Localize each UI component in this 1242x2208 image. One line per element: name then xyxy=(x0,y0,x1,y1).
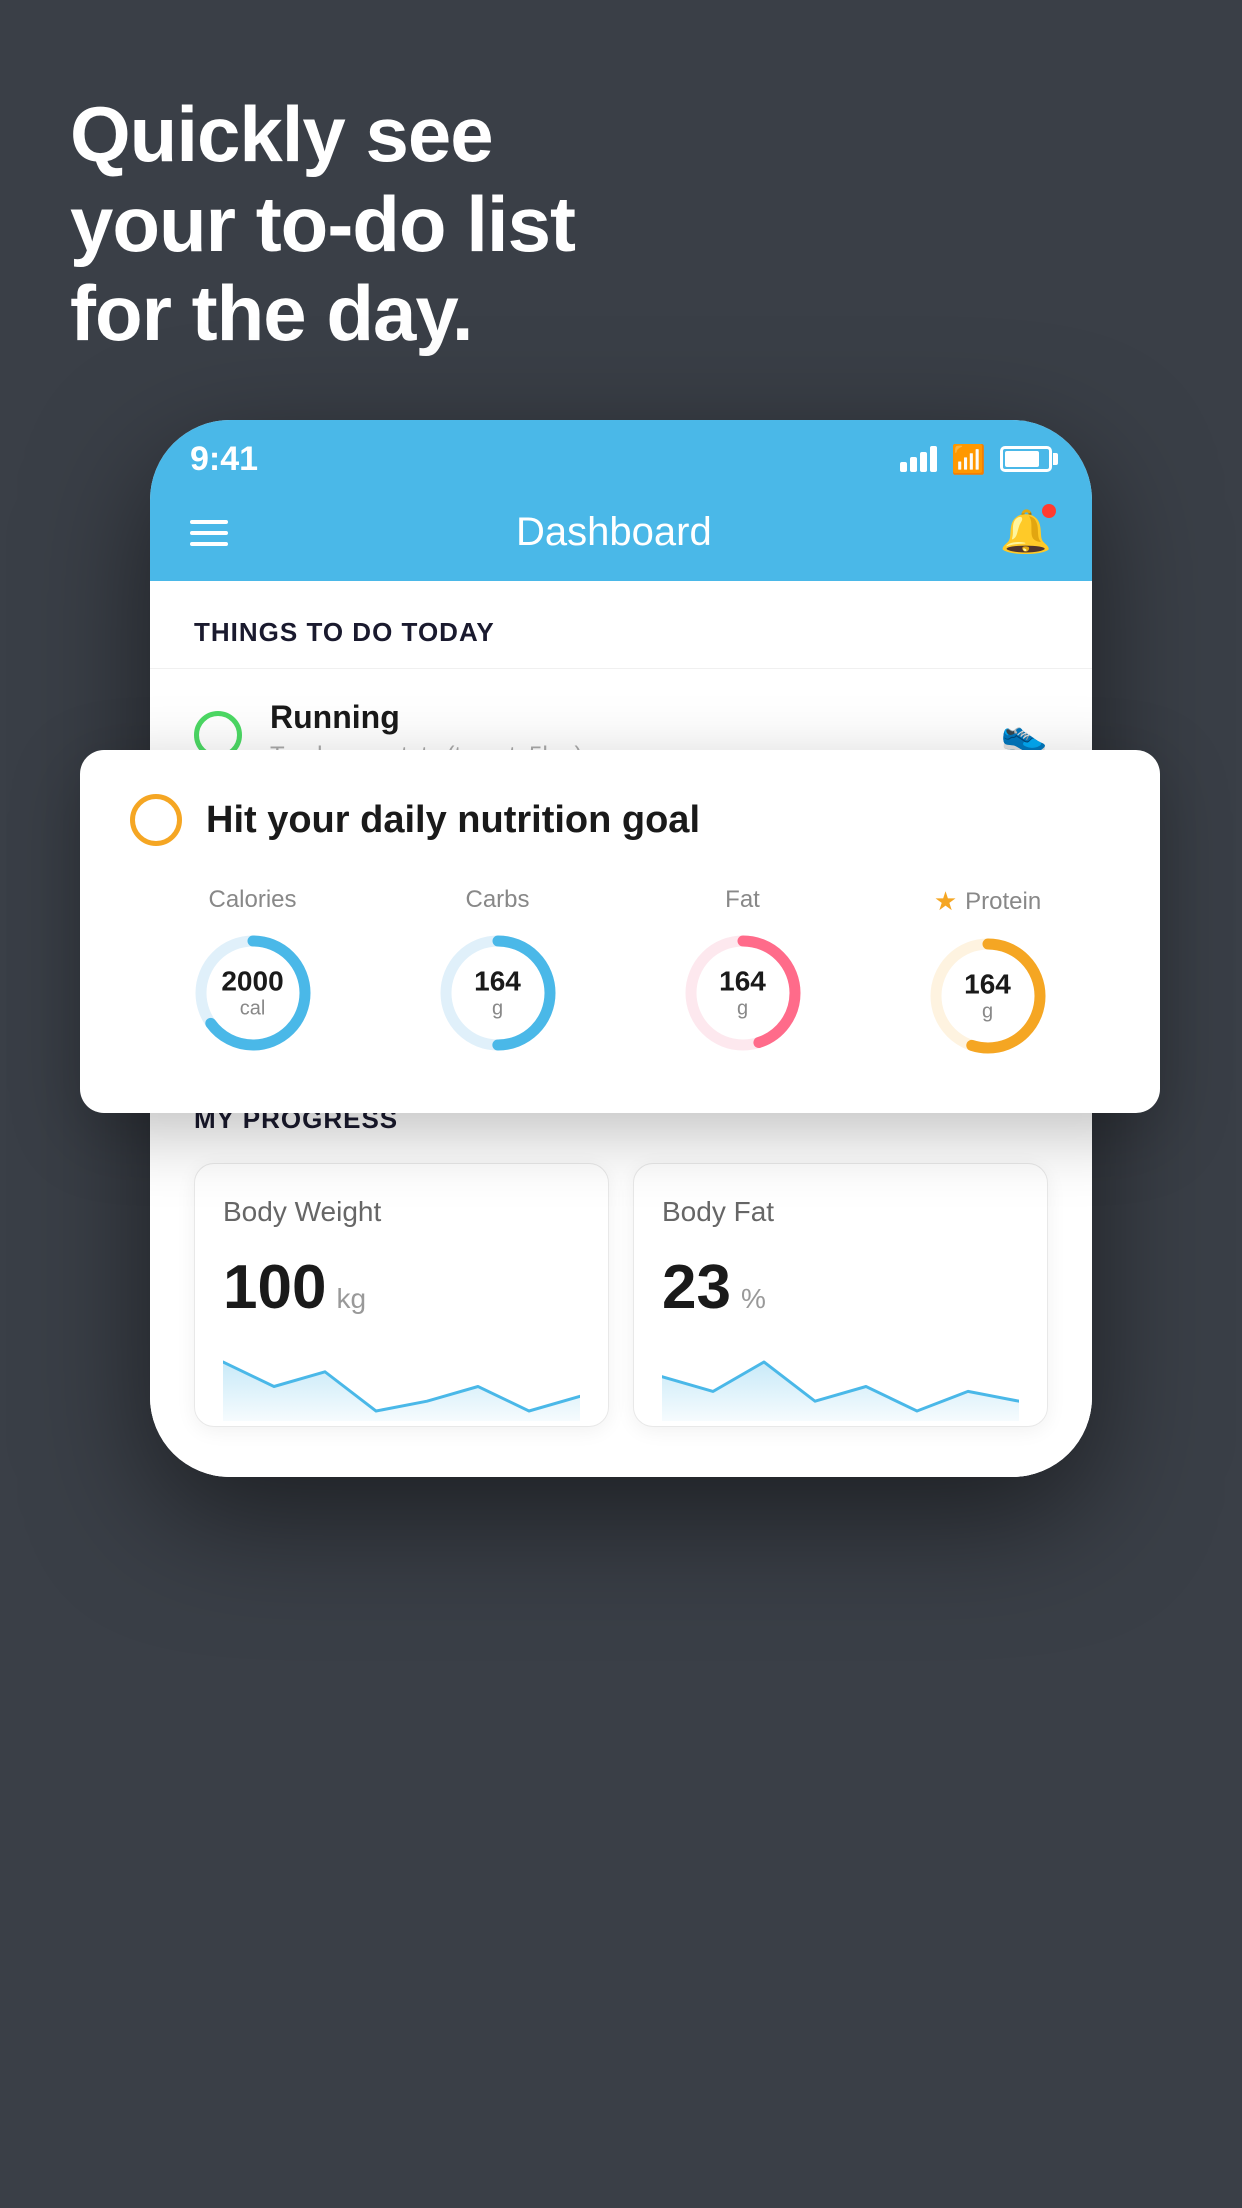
progress-number: 100 xyxy=(223,1252,326,1323)
status-time: 9:41 xyxy=(190,440,258,479)
donut-center: 2000 cal xyxy=(221,967,283,1020)
progress-card-title: Body Fat xyxy=(662,1196,1019,1228)
donut-center: 164 g xyxy=(964,970,1011,1023)
nav-title: Dashboard xyxy=(516,510,712,555)
donut-chart: 2000 cal xyxy=(188,928,318,1058)
todo-title: Running xyxy=(270,699,973,736)
task-circle xyxy=(130,794,182,846)
donut-unit: g xyxy=(474,997,521,1019)
donut-unit: g xyxy=(719,997,766,1019)
progress-section: MY PROGRESS Body Weight 100 kg Body Fat … xyxy=(150,1064,1092,1477)
bell-icon[interactable]: 🔔 xyxy=(1000,508,1052,557)
progress-cards: Body Weight 100 kg Body Fat 23 % xyxy=(194,1163,1048,1477)
donut-unit: cal xyxy=(221,997,283,1019)
progress-unit: % xyxy=(741,1283,766,1315)
nutrition-circles: Calories 2000 cal Carbs 164 g Fat xyxy=(130,886,1110,1061)
progress-card[interactable]: Body Fat 23 % xyxy=(633,1163,1048,1427)
donut-value: 164 xyxy=(474,967,521,998)
wifi-icon: 📶 xyxy=(951,443,986,476)
status-icons: 📶 xyxy=(900,443,1052,476)
background-headline: Quickly see your to-do list for the day. xyxy=(70,90,575,359)
donut-value: 164 xyxy=(719,967,766,998)
card-header: Hit your daily nutrition goal xyxy=(130,794,1110,846)
donut-chart: 164 g xyxy=(923,931,1053,1061)
donut-chart: 164 g xyxy=(678,928,808,1058)
nav-bar: Dashboard 🔔 xyxy=(150,490,1092,581)
donut-center: 164 g xyxy=(719,967,766,1020)
nutrition-item-protein: ★Protein 164 g xyxy=(923,886,1053,1061)
progress-card-value: 23 % xyxy=(662,1252,1019,1323)
status-bar: 9:41 📶 xyxy=(150,420,1092,490)
progress-card-value: 100 kg xyxy=(223,1252,580,1323)
nutrition-item-calories: Calories 2000 cal xyxy=(188,886,318,1058)
donut-value: 2000 xyxy=(221,967,283,998)
nutrition-label: Carbs xyxy=(465,886,529,914)
nutrition-label: ★Protein xyxy=(934,886,1041,917)
battery-icon xyxy=(1000,446,1052,472)
donut-value: 164 xyxy=(964,970,1011,1001)
nutrition-label: Calories xyxy=(208,886,296,914)
progress-card[interactable]: Body Weight 100 kg xyxy=(194,1163,609,1427)
star-icon: ★ xyxy=(934,886,957,917)
donut-unit: g xyxy=(964,1000,1011,1022)
progress-card-title: Body Weight xyxy=(223,1196,580,1228)
card-title: Hit your daily nutrition goal xyxy=(206,799,700,842)
things-to-do-header: THINGS TO DO TODAY xyxy=(150,581,1092,668)
donut-chart: 164 g xyxy=(433,928,563,1058)
progress-unit: kg xyxy=(336,1283,366,1315)
sparkline-chart xyxy=(223,1351,580,1421)
notification-dot xyxy=(1042,504,1056,518)
nutrition-label: Fat xyxy=(725,886,760,914)
progress-number: 23 xyxy=(662,1252,731,1323)
sparkline-chart xyxy=(662,1351,1019,1421)
nutrition-item-carbs: Carbs 164 g xyxy=(433,886,563,1058)
nutrition-item-fat: Fat 164 g xyxy=(678,886,808,1058)
hamburger-icon[interactable] xyxy=(190,520,228,546)
signal-icon xyxy=(900,446,937,472)
donut-center: 164 g xyxy=(474,967,521,1020)
nutrition-card: Hit your daily nutrition goal Calories 2… xyxy=(80,750,1160,1113)
